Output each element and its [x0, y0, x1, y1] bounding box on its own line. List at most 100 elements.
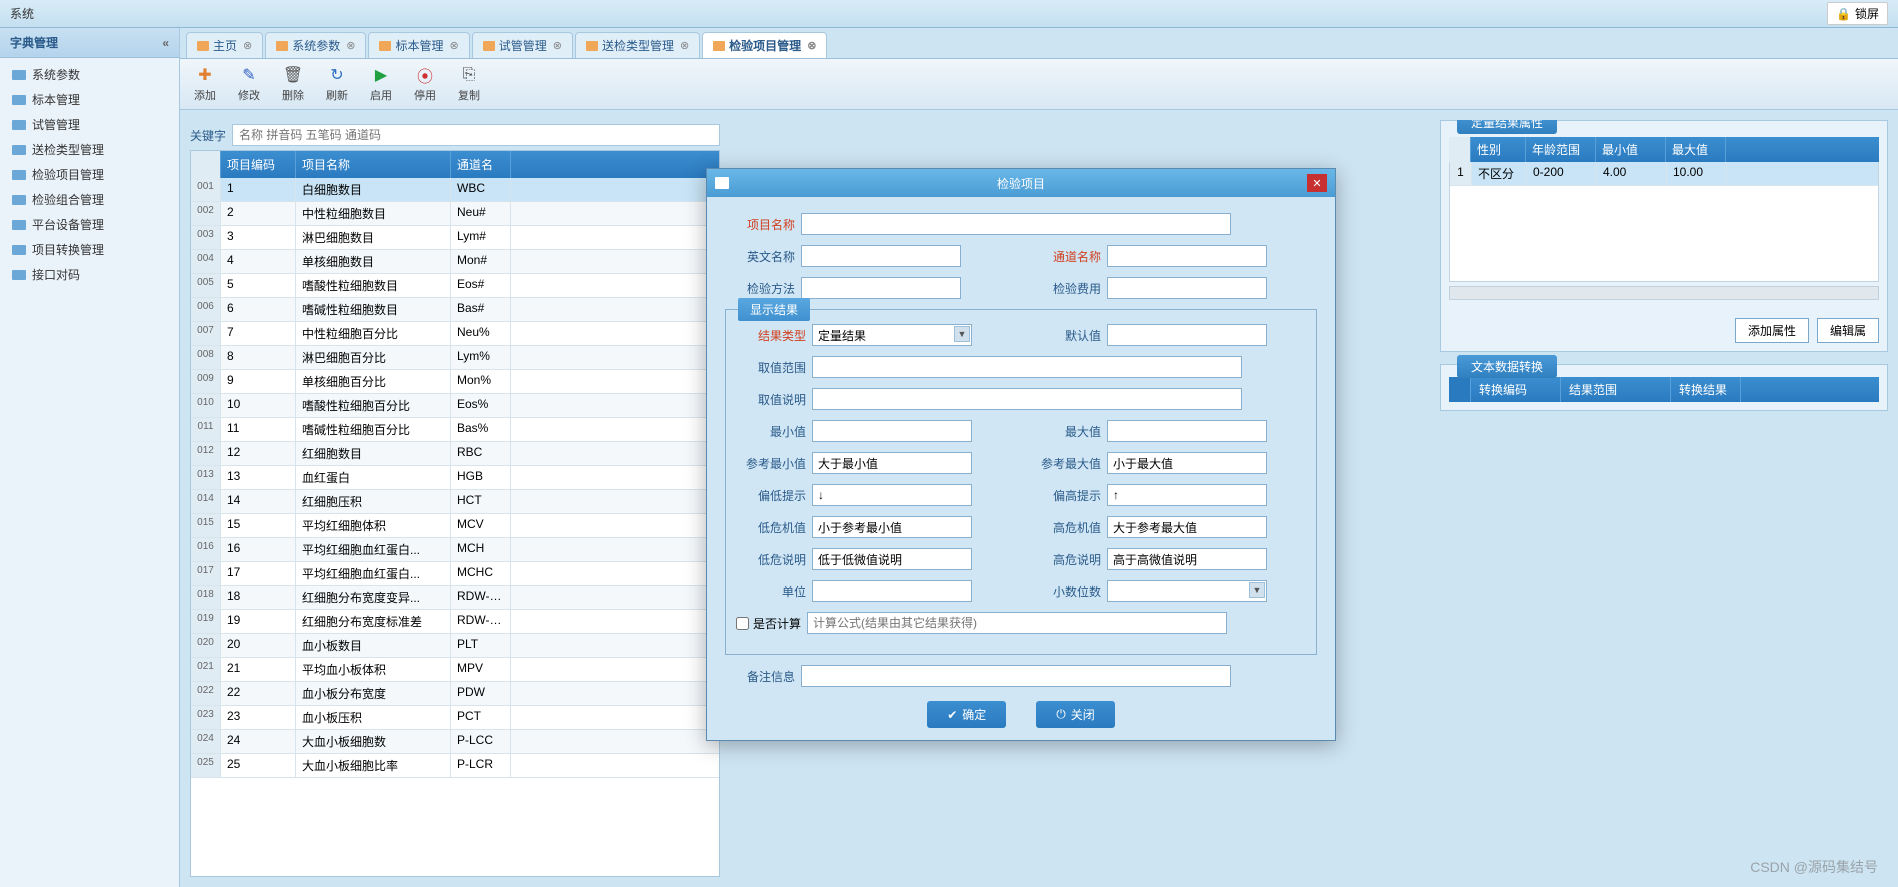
max-val-input[interactable] [1107, 420, 1267, 442]
table-row[interactable]: 0055嗜酸性粒细胞数目Eos# [191, 274, 719, 298]
calc-formula-input[interactable] [807, 612, 1227, 634]
menu-system[interactable]: 系统 [10, 5, 34, 22]
sidebar-collapse-icon[interactable]: « [162, 36, 169, 50]
启用-button[interactable]: ▶启用 [366, 63, 396, 105]
table-row[interactable]: 0033淋巴细胞数目Lym# [191, 226, 719, 250]
tab[interactable]: 检验项目管理⊗ [702, 32, 827, 58]
chevron-down-icon[interactable]: ▼ [954, 326, 970, 342]
close-icon[interactable]: ⊗ [243, 39, 252, 52]
table-row[interactable]: 01111嗜碱性粒细胞百分比Bas% [191, 418, 719, 442]
table-row[interactable]: 0077中性粒细胞百分比Neu% [191, 322, 719, 346]
tab[interactable]: 试管管理⊗ [472, 32, 573, 58]
high-risk-input[interactable] [1107, 516, 1267, 538]
sidebar: 字典管理 « 系统参数标本管理试管管理送检类型管理检验项目管理检验组合管理平台设… [0, 28, 180, 887]
tab[interactable]: 标本管理⊗ [368, 32, 469, 58]
close-icon[interactable]: ⊗ [346, 39, 355, 52]
sidebar-item[interactable]: 检验组合管理 [0, 187, 179, 212]
tool-icon: ↻ [327, 65, 347, 85]
ref-min-input[interactable] [812, 452, 972, 474]
cancel-button[interactable]: ⏻关闭 [1036, 701, 1115, 728]
tab[interactable]: 主页⊗ [186, 32, 263, 58]
sidebar-item[interactable]: 项目转换管理 [0, 237, 179, 262]
unit-input[interactable] [812, 580, 972, 602]
decimals-select[interactable] [1107, 580, 1267, 602]
grid-header: 项目编码 项目名称 通道名 [191, 151, 719, 178]
停用-button[interactable]: ⦿停用 [410, 63, 440, 105]
table-row[interactable]: 02525大血小板细胞比率P-LCR [191, 754, 719, 778]
sidebar-item[interactable]: 系统参数 [0, 62, 179, 87]
table-row[interactable]: 0022中性粒细胞数目Neu# [191, 202, 719, 226]
dialog-icon [715, 177, 729, 189]
remark-input[interactable] [801, 665, 1231, 687]
table-row[interactable]: 0066嗜碱性粒细胞数目Bas# [191, 298, 719, 322]
table-row[interactable]: 02222血小板分布宽度PDW [191, 682, 719, 706]
search-input[interactable] [232, 124, 720, 146]
home-icon [197, 41, 209, 51]
default-val-input[interactable] [1107, 324, 1267, 346]
table-row[interactable]: 01414红细胞压积HCT [191, 490, 719, 514]
删除-button[interactable]: 🗑删除 [278, 63, 308, 105]
low-risk-input[interactable] [812, 516, 972, 538]
check-icon: ✔ [947, 708, 957, 722]
table-row[interactable]: 01515平均红细胞体积MCV [191, 514, 719, 538]
prop-scrollbar[interactable] [1449, 286, 1879, 300]
lock-screen[interactable]: 🔒 锁屏 [1827, 2, 1888, 25]
test-fee-input[interactable] [1107, 277, 1267, 299]
dialog-titlebar[interactable]: 检验项目 ✕ [707, 169, 1335, 197]
chevron-down-icon[interactable]: ▼ [1249, 582, 1265, 598]
close-icon[interactable]: ⊗ [553, 39, 562, 52]
sidebar-item[interactable]: 平台设备管理 [0, 212, 179, 237]
prop-grid-header: 性别 年龄范围 最小值 最大值 [1449, 137, 1879, 162]
tab[interactable]: 送检类型管理⊗ [575, 32, 700, 58]
folder-icon [12, 170, 26, 180]
table-row[interactable]: 02121平均血小板体积MPV [191, 658, 719, 682]
sidebar-item[interactable]: 标本管理 [0, 87, 179, 112]
project-name-input[interactable] [801, 213, 1231, 235]
edit-prop-button[interactable]: 编辑属 [1817, 318, 1879, 343]
close-icon[interactable]: ⊗ [807, 39, 816, 52]
low-desc-input[interactable] [812, 548, 972, 570]
english-name-input[interactable] [801, 245, 961, 267]
table-row[interactable]: 02020血小板数目PLT [191, 634, 719, 658]
min-val-input[interactable] [812, 420, 972, 442]
search-label: 关键字 [190, 127, 226, 144]
复制-button[interactable]: ⎘复制 [454, 63, 484, 105]
close-icon[interactable]: ⊗ [680, 39, 689, 52]
close-icon[interactable]: ✕ [1307, 174, 1327, 192]
is-calc-checkbox[interactable] [736, 617, 749, 630]
table-row[interactable]: 01616平均红细胞血红蛋白...MCH [191, 538, 719, 562]
table-row[interactable]: 02323血小板压积PCT [191, 706, 719, 730]
high-desc-input[interactable] [1107, 548, 1267, 570]
table-row[interactable]: 01313血红蛋白HGB [191, 466, 719, 490]
table-row[interactable]: 0099单核细胞百分比Mon% [191, 370, 719, 394]
table-row[interactable]: 01010嗜酸性粒细胞百分比Eos% [191, 394, 719, 418]
channel-name-input[interactable] [1107, 245, 1267, 267]
刷新-button[interactable]: ↻刷新 [322, 63, 352, 105]
table-row[interactable]: 0088淋巴细胞百分比Lym% [191, 346, 719, 370]
value-desc-input[interactable] [812, 388, 1242, 410]
table-row[interactable]: 02424大血小板细胞数P-LCC [191, 730, 719, 754]
add-prop-button[interactable]: 添加属性 [1735, 318, 1809, 343]
修改-button[interactable]: ✎修改 [234, 63, 264, 105]
prop-row[interactable]: 1 不区分 0-200 4.00 10.00 [1450, 162, 1878, 186]
value-range-input[interactable] [812, 356, 1242, 378]
sidebar-item[interactable]: 试管管理 [0, 112, 179, 137]
sidebar-item[interactable]: 接口对码 [0, 262, 179, 287]
low-tip-input[interactable] [812, 484, 972, 506]
test-method-input[interactable] [801, 277, 961, 299]
close-icon[interactable]: ⊗ [449, 39, 458, 52]
result-type-select[interactable] [812, 324, 972, 346]
table-row[interactable]: 0044单核细胞数目Mon# [191, 250, 719, 274]
ref-max-input[interactable] [1107, 452, 1267, 474]
sidebar-item[interactable]: 送检类型管理 [0, 137, 179, 162]
high-tip-input[interactable] [1107, 484, 1267, 506]
添加-button[interactable]: ✚添加 [190, 63, 220, 105]
ok-button[interactable]: ✔确定 [927, 701, 1006, 728]
table-row[interactable]: 01212红细胞数目RBC [191, 442, 719, 466]
table-row[interactable]: 01717平均红细胞血红蛋白...MCHC [191, 562, 719, 586]
table-row[interactable]: 01919红细胞分布宽度标准差RDW-SD [191, 610, 719, 634]
tab[interactable]: 系统参数⊗ [265, 32, 366, 58]
table-row[interactable]: 01818红细胞分布宽度变异...RDW-CV [191, 586, 719, 610]
sidebar-item[interactable]: 检验项目管理 [0, 162, 179, 187]
table-row[interactable]: 0011白细胞数目WBC [191, 178, 719, 202]
